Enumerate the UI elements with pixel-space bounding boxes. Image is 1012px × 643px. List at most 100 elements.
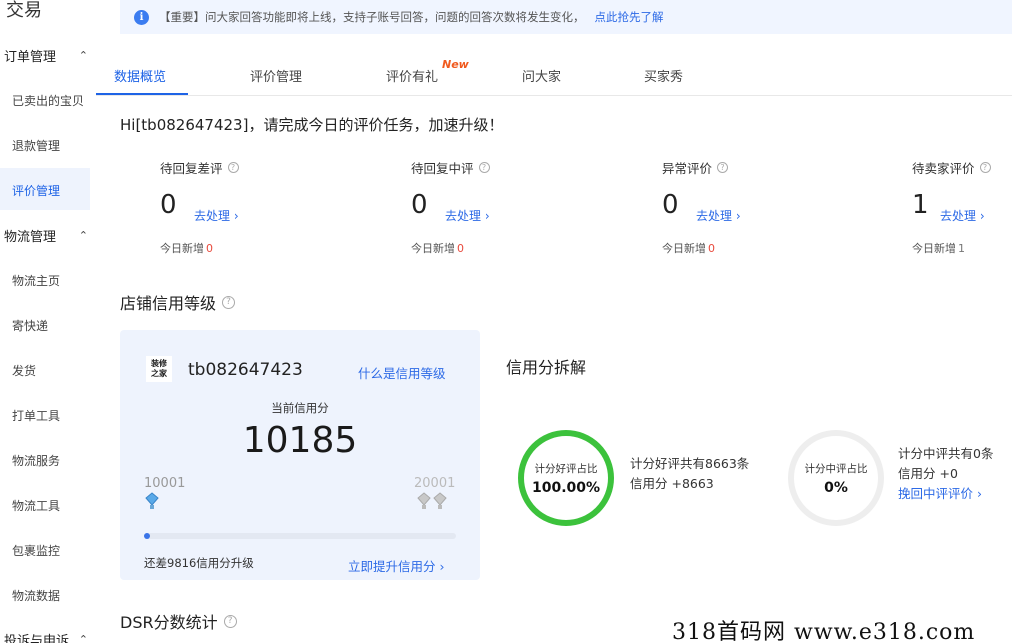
sidebar-item-refund[interactable]: 退款管理	[12, 137, 60, 154]
sidebar-group-label: 订单管理	[4, 50, 57, 65]
help-icon[interactable]: ?	[223, 614, 237, 628]
chevron-right-icon: ›	[484, 209, 490, 223]
good-review-credit: 信用分 +8663	[630, 476, 714, 491]
help-icon[interactable]: ?	[222, 295, 236, 309]
credit-breakdown: 信用分拆解 计分好评占比 100.00% 计分好评共有8663条 信用分 +86…	[482, 330, 1012, 580]
credit-score-label: 当前信用分	[271, 401, 329, 415]
sub-value: 0	[457, 242, 464, 255]
help-icon[interactable]: ?	[979, 162, 991, 173]
stat-today-new: 今日新增 1	[912, 240, 965, 256]
diamond-level-icon	[144, 492, 160, 514]
remaining-to-upgrade: 还差9816信用分升级	[144, 556, 254, 570]
sidebar-item-package-monitor[interactable]: 包裹监控	[12, 542, 60, 559]
ring-label: 计分中评占比	[804, 462, 868, 475]
watermark: 318首码网 www.e318.com	[672, 620, 976, 643]
chevron-up-icon: ⌃	[78, 229, 88, 242]
recover-neutral-link[interactable]: 挽回中评评价 ›	[898, 484, 993, 504]
stat-process-link[interactable]: 去处理 ›	[445, 207, 490, 224]
crown-level-icon	[416, 492, 450, 514]
link-label: 去处理	[445, 209, 482, 223]
tab-review-management[interactable]: 评价管理	[250, 66, 302, 85]
stat-pending-neutral-reviews: 待回复中评? 0 去处理 › 今日新增 0	[411, 158, 611, 255]
section-title-text: DSR分数统计	[120, 613, 218, 632]
chevron-right-icon: ›	[233, 209, 239, 223]
notice-link[interactable]: 点此抢先了解	[595, 9, 664, 25]
logo-line: 之家	[151, 369, 167, 378]
stat-value: 0	[160, 190, 177, 220]
neutral-review-credit: 信用分 +0	[898, 466, 958, 481]
sidebar-item-sold[interactable]: 已卖出的宝贝	[12, 92, 84, 109]
improve-credit-link[interactable]: 立即提升信用分 ›	[348, 556, 445, 575]
sidebar-item-logistics-tool[interactable]: 物流工具	[12, 497, 60, 514]
sub-label: 今日新增	[411, 242, 455, 255]
help-icon[interactable]: ?	[478, 162, 490, 173]
notice-text: 【重要】问大家回答功能即将上线，支持子账号回答，问题的回答次数将发生变化，	[159, 10, 585, 24]
sidebar-item-ship[interactable]: 发货	[12, 362, 36, 379]
stat-today-new: 今日新增 0	[160, 240, 213, 256]
sidebar-item-print-tool[interactable]: 打单工具	[12, 407, 60, 424]
sub-value: 1	[958, 242, 965, 255]
sidebar-group-complaints[interactable]: 投诉与申诉 ⌃	[4, 630, 90, 643]
logo-line: 装修	[151, 359, 167, 368]
range-min: 10001	[144, 476, 186, 491]
good-review-ratio-ring: 计分好评占比 100.00%	[518, 430, 614, 526]
chevron-up-icon: ⌃	[78, 633, 88, 643]
stat-label: 待回复中评	[411, 161, 474, 176]
credit-progress-fill	[144, 533, 150, 539]
credit-card: 装修 之家 tb082647423 什么是信用等级 当前信用分 10185 10…	[120, 330, 480, 580]
stat-process-link[interactable]: 去处理 ›	[940, 207, 985, 224]
what-is-credit-link[interactable]: 什么是信用等级	[358, 363, 446, 382]
help-icon[interactable]: ?	[717, 162, 729, 173]
sidebar-group-orders[interactable]: 订单管理 ⌃	[4, 46, 90, 65]
tab-review-gift[interactable]: 评价有礼 New	[386, 58, 469, 85]
good-review-summary: 计分好评共有8663条 信用分 +8663	[630, 454, 749, 494]
sidebar-item-logistics-data[interactable]: 物流数据	[12, 587, 60, 604]
sidebar-item-send-express[interactable]: 寄快递	[12, 317, 48, 334]
sidebar-item-logistics-service[interactable]: 物流服务	[12, 452, 60, 469]
chevron-right-icon: ›	[979, 209, 985, 223]
breakdown-title: 信用分拆解	[506, 358, 587, 377]
tab-label: 评价有礼	[386, 70, 439, 85]
tab-buyer-show[interactable]: 买家秀	[644, 66, 683, 85]
ring-value: 0%	[824, 479, 848, 496]
stat-today-new: 今日新增 0	[411, 240, 464, 256]
sub-value: 0	[708, 242, 715, 255]
stat-label: 异常评价	[662, 161, 713, 176]
credit-section-title: 店铺信用等级 ?	[120, 290, 236, 314]
tab-bar: 数据概览 评价管理 评价有礼 New 问大家 买家秀	[96, 56, 1012, 96]
ring-value: 100.00%	[531, 479, 601, 496]
sidebar-item-reviews[interactable]: 评价管理	[12, 182, 60, 199]
chevron-right-icon: ›	[977, 486, 982, 501]
link-label: 立即提升信用分	[348, 559, 436, 574]
stat-pending-seller-reviews: 待卖家评价? 1 去处理 › 今日新增 1	[912, 158, 1010, 255]
stat-process-link[interactable]: 去处理 ›	[194, 207, 239, 224]
link-label: 挽回中评评价	[898, 486, 974, 501]
sidebar-group-logistics[interactable]: 物流管理 ⌃	[4, 226, 90, 245]
shop-logo: 装修 之家	[146, 356, 172, 382]
active-tab-indicator	[96, 93, 188, 95]
ring-label: 计分好评占比	[534, 462, 598, 475]
credit-score: 10185	[242, 420, 358, 461]
stat-abnormal-reviews: 异常评价? 0 去处理 › 今日新增 0	[662, 158, 862, 255]
stat-pending-bad-reviews: 待回复差评? 0 去处理 › 今日新增 0	[160, 158, 360, 255]
tab-ask-everyone[interactable]: 问大家	[522, 66, 561, 85]
stat-process-link[interactable]: 去处理 ›	[696, 207, 741, 224]
sidebar-group-label: 物流管理	[4, 230, 57, 245]
tab-overview[interactable]: 数据概览	[114, 66, 166, 85]
neutral-review-ratio-ring: 计分中评占比 0%	[788, 430, 884, 526]
sub-value: 0	[206, 242, 213, 255]
sidebar-item-logistics-home[interactable]: 物流主页	[12, 272, 60, 289]
sidebar-group-label: 投诉与申诉	[4, 634, 70, 643]
stat-label: 待回复差评	[160, 161, 223, 176]
help-icon[interactable]: ?	[227, 162, 239, 173]
section-title-text: 店铺信用等级	[120, 294, 217, 313]
new-badge: New	[442, 58, 469, 71]
chevron-up-icon: ⌃	[78, 49, 88, 62]
link-label: 去处理	[696, 209, 733, 223]
credit-progress-bar	[144, 533, 456, 539]
stat-value: 1	[912, 190, 929, 220]
stat-value: 0	[662, 190, 679, 220]
sub-label: 今日新增	[160, 242, 204, 255]
neutral-review-summary: 计分中评共有0条 信用分 +0 挽回中评评价 ›	[898, 444, 993, 504]
notice-bar: i 【重要】问大家回答功能即将上线，支持子账号回答，问题的回答次数将发生变化， …	[120, 0, 1012, 34]
